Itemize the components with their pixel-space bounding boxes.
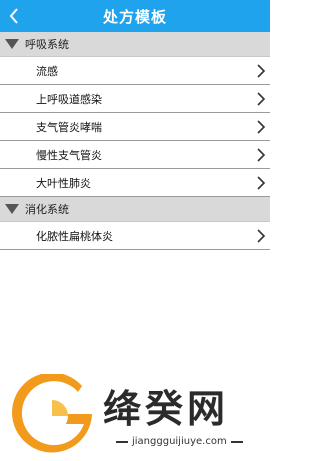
back-arrow-icon (9, 8, 18, 24)
list-item-bronchial-asthma[interactable]: 支气管炎哮喘 (0, 113, 270, 141)
group-label: 消化系统 (25, 203, 69, 216)
chevron-right-icon (257, 148, 266, 162)
list-item-lobar-pneumonia[interactable]: 大叶性肺炎 (0, 169, 270, 197)
list-item-flu[interactable]: 流感 (0, 57, 270, 85)
divider (116, 440, 128, 443)
collapse-triangle-icon (4, 36, 20, 52)
watermark-url-row: jianggguijiuye.com (112, 436, 247, 447)
back-button[interactable] (0, 0, 28, 32)
item-label: 支气管炎哮喘 (36, 120, 102, 134)
watermark: 绛癸网 jianggguijiuye.com (0, 372, 270, 461)
list-item-uri[interactable]: 上呼吸道感染 (0, 85, 270, 113)
watermark-url: jianggguijiuye.com (132, 436, 227, 447)
item-label: 化脓性扁桃体炎 (36, 229, 113, 243)
group-label: 呼吸系统 (25, 38, 69, 51)
chevron-right-icon (257, 64, 266, 78)
group-header-respiratory[interactable]: 呼吸系统 (0, 32, 270, 57)
chevron-right-icon (257, 92, 266, 106)
item-label: 慢性支气管炎 (36, 148, 102, 162)
collapse-triangle-icon (4, 201, 20, 217)
group-header-digestive[interactable]: 消化系统 (0, 197, 270, 222)
watermark-logo-icon (12, 374, 92, 453)
item-label: 上呼吸道感染 (36, 92, 102, 106)
chevron-right-icon (257, 176, 266, 190)
item-label: 大叶性肺炎 (36, 176, 91, 190)
list-item-chronic-bronchitis[interactable]: 慢性支气管炎 (0, 141, 270, 169)
watermark-brand: 绛癸网 (103, 387, 230, 431)
title-bar: 处方模板 (0, 0, 270, 32)
item-label: 流感 (36, 64, 58, 78)
chevron-right-icon (257, 229, 266, 243)
page-title: 处方模板 (102, 7, 167, 26)
list-item-tonsillitis[interactable]: 化脓性扁桃体炎 (0, 222, 270, 250)
divider (230, 440, 243, 443)
chevron-right-icon (257, 120, 266, 134)
